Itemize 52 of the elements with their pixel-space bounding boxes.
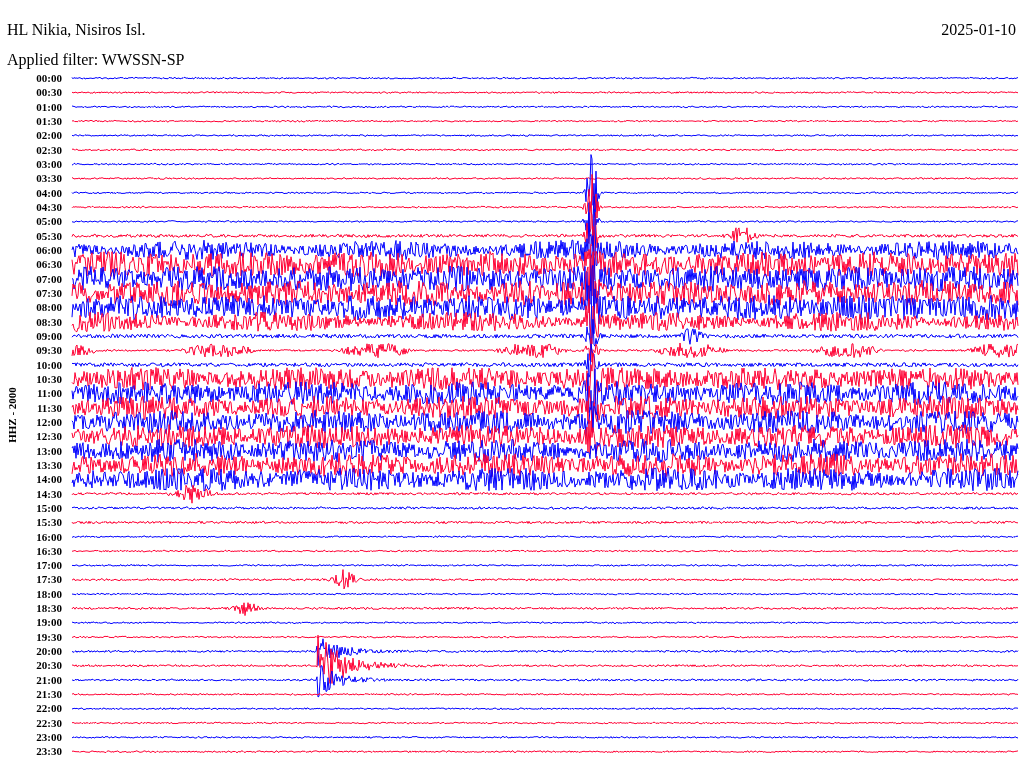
- time-label: 02:00: [36, 128, 62, 143]
- time-label: 12:00: [36, 414, 62, 430]
- time-label: 18:30: [36, 601, 62, 616]
- time-label: 09:30: [36, 343, 62, 358]
- time-label: 14:30: [36, 486, 62, 501]
- time-label: 15:30: [36, 515, 62, 530]
- time-label: 01:00: [36, 99, 62, 114]
- time-label: 16:30: [36, 543, 62, 559]
- channel-label: HHZ - 2000: [6, 387, 18, 443]
- time-label: 02:30: [36, 142, 62, 157]
- time-label: 10:30: [36, 371, 62, 387]
- time-label: 05:30: [36, 228, 62, 243]
- time-label: 05:00: [36, 214, 62, 229]
- time-label: 16:00: [36, 529, 62, 544]
- time-label: 09:00: [36, 328, 62, 344]
- time-label: 23:00: [36, 730, 62, 745]
- time-label: 11:30: [36, 400, 62, 415]
- time-label: 19:00: [36, 615, 62, 630]
- time-label: 19:30: [36, 629, 62, 645]
- time-label: 22:30: [36, 715, 62, 731]
- time-label: 13:00: [36, 443, 62, 458]
- time-label: 17:00: [36, 558, 62, 573]
- time-label: 04:00: [36, 185, 62, 200]
- time-label: 07:00: [36, 271, 62, 286]
- time-label: 03:00: [36, 156, 62, 172]
- time-label: 21:30: [36, 687, 62, 702]
- time-label: 23:30: [36, 744, 62, 759]
- time-label: 13:30: [36, 457, 62, 473]
- time-label: 07:30: [36, 285, 62, 301]
- time-label: 03:30: [36, 171, 62, 186]
- time-label: 10:00: [36, 357, 62, 372]
- time-label: 06:00: [36, 242, 62, 258]
- time-label: 11:00: [36, 386, 62, 401]
- time-label: 22:00: [36, 701, 62, 716]
- time-label: 17:30: [36, 572, 62, 587]
- time-label: 08:30: [36, 314, 62, 329]
- time-label: 00:00: [36, 71, 62, 86]
- station-title: HL Nikia, Nisiros Isl.: [7, 20, 146, 40]
- time-label: 04:30: [36, 199, 62, 215]
- date-label: 2025-01-10: [941, 20, 1016, 40]
- time-label: 15:00: [36, 500, 62, 516]
- filter-label: Applied filter: WWSSN-SP: [6, 50, 186, 70]
- time-label: 14:00: [36, 472, 62, 487]
- time-label: 21:00: [36, 672, 62, 688]
- time-label: 18:00: [36, 586, 62, 602]
- time-label: 08:00: [36, 300, 62, 315]
- time-label: 12:30: [36, 429, 62, 444]
- time-label: 01:30: [36, 114, 62, 129]
- time-label: 00:30: [36, 85, 62, 100]
- time-label: 20:30: [36, 658, 62, 673]
- time-label: 20:00: [36, 644, 62, 659]
- time-label: 06:30: [36, 257, 62, 272]
